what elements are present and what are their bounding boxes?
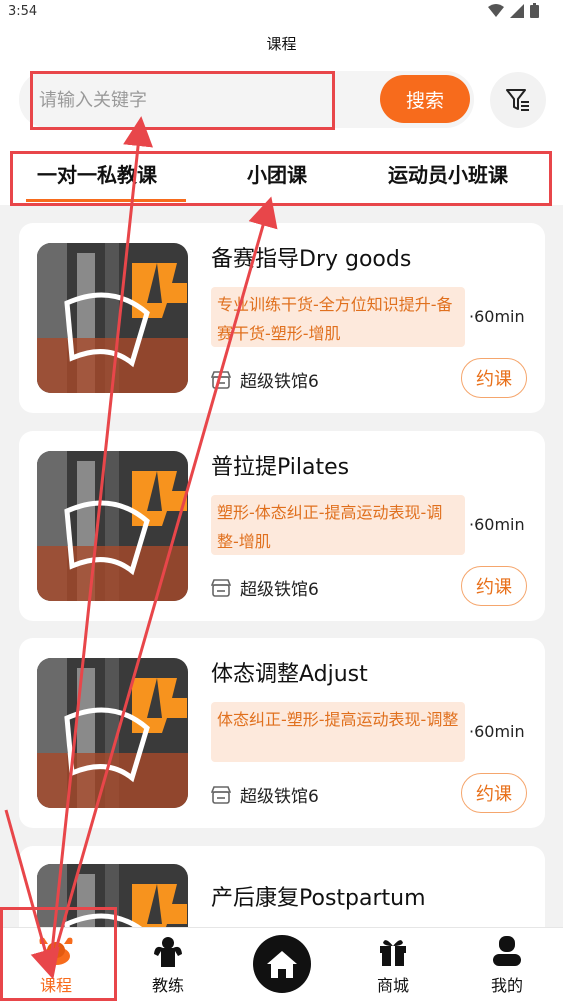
nav-label-coach: 教练 xyxy=(151,976,184,995)
store-icon xyxy=(211,785,231,804)
status-icons xyxy=(488,3,539,18)
book-button[interactable]: 约课 xyxy=(461,773,527,813)
nav-label-course: 课程 xyxy=(39,976,72,995)
gym-name: 超级铁馆6 xyxy=(240,580,319,600)
course-card[interactable]: 体态调整Adjust 体态纠正-塑形-提高运动表现-调整 ·60min 超级铁馆… xyxy=(19,638,545,828)
course-title: 普拉提Pilates xyxy=(211,455,350,480)
page-title: 课程 xyxy=(266,35,297,53)
nav-item-shop[interactable]: 商城 xyxy=(337,928,449,1001)
battery-icon xyxy=(530,3,539,18)
gym-info: 超级铁馆6 xyxy=(211,782,319,807)
course-card[interactable]: 普拉提Pilates 塑形-体态纠正-提高运动表现-调整-增肌 ·60min 超… xyxy=(19,431,545,621)
wifi-icon xyxy=(488,3,504,17)
course-tags: 体态纠正-塑形-提高运动表现-调整 xyxy=(211,702,465,762)
tab-athlete-class[interactable]: 运动员小班课 xyxy=(388,159,508,188)
home-icon xyxy=(267,951,297,978)
gym-info: 超级铁馆6 xyxy=(211,367,319,392)
store-icon xyxy=(211,370,231,389)
course-title: 产后康复Postpartum xyxy=(211,886,426,911)
course-tags: 专业训练干货-全方位知识提升-备赛干货-塑形-增肌 xyxy=(211,287,465,347)
store-icon xyxy=(211,578,231,597)
course-duration: ·60min xyxy=(469,515,525,534)
nav-item-course[interactable]: 课程 xyxy=(0,928,112,1001)
nav-label-mine: 我的 xyxy=(490,976,523,995)
course-duration: ·60min xyxy=(469,722,525,741)
gym-name: 超级铁馆6 xyxy=(240,787,319,807)
course-title: 备赛指导Dry goods xyxy=(211,247,412,272)
gym-name: 超级铁馆6 xyxy=(240,372,319,392)
nav-item-home[interactable] xyxy=(253,935,311,993)
search-button[interactable]: 搜索 xyxy=(380,75,470,123)
course-duration: ·60min xyxy=(469,307,525,326)
course-type-tabs: 一对一私教课 小团课 运动员小班课 xyxy=(0,145,563,203)
book-button[interactable]: 约课 xyxy=(461,358,527,398)
course-card[interactable]: 产后康复Postpartum xyxy=(19,846,545,927)
coach-icon xyxy=(154,937,182,967)
filter-icon xyxy=(506,89,529,111)
tab-private[interactable]: 一对一私教课 xyxy=(37,159,157,188)
course-icon xyxy=(39,937,73,965)
gift-shop-icon xyxy=(380,940,406,966)
course-thumbnail xyxy=(37,243,188,393)
status-time: 3:54 xyxy=(8,4,38,19)
nav-item-coach[interactable]: 教练 xyxy=(112,928,224,1001)
filter-button[interactable] xyxy=(490,72,546,128)
nav-label-shop: 商城 xyxy=(376,976,409,995)
signal-icon xyxy=(510,3,524,18)
nav-item-mine[interactable]: 我的 xyxy=(451,928,563,1001)
search-input[interactable] xyxy=(39,85,339,115)
course-thumbnail xyxy=(37,864,188,927)
course-tags: 塑形-体态纠正-提高运动表现-调整-增肌 xyxy=(211,495,465,555)
course-title: 体态调整Adjust xyxy=(211,662,368,687)
profile-icon xyxy=(493,936,521,966)
course-thumbnail xyxy=(37,451,188,601)
course-card[interactable]: 备赛指导Dry goods 专业训练干货-全方位知识提升-备赛干货-塑形-增肌 … xyxy=(19,223,545,413)
course-thumbnail xyxy=(37,658,188,808)
tab-small-group[interactable]: 小团课 xyxy=(247,159,307,188)
gym-info: 超级铁馆6 xyxy=(211,575,319,600)
book-button[interactable]: 约课 xyxy=(461,566,527,606)
status-bar: 3:54 xyxy=(0,0,563,26)
active-tab-indicator xyxy=(26,199,186,202)
